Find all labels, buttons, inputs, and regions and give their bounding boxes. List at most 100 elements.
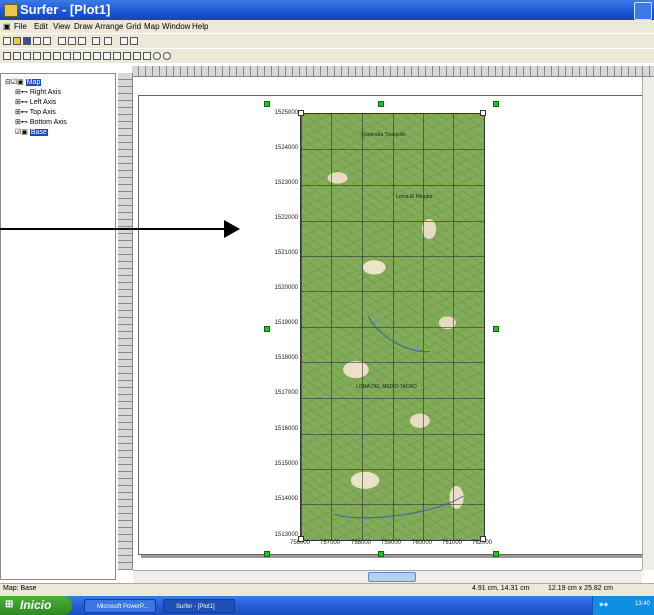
menu-map[interactable]: Map: [144, 22, 160, 31]
redraw-icon[interactable]: [83, 52, 91, 60]
window-controls-button[interactable]: [634, 2, 652, 20]
object-manager-tree: ⊟☑▣ Map ⊞⊷ Right Axis ⊞⊷ Left Axis ⊞⊷ To…: [0, 73, 116, 580]
resize-handle-n[interactable]: [378, 101, 384, 107]
road-line: [318, 463, 476, 527]
tree-item-top-axis[interactable]: ⊞⊷ Top Axis: [15, 108, 56, 116]
ellipse-icon[interactable]: [153, 52, 161, 60]
copy-icon[interactable]: [68, 37, 76, 45]
save-icon[interactable]: [23, 37, 31, 45]
y-axis-tick: 1514000: [274, 496, 298, 502]
cut-icon[interactable]: [58, 37, 66, 45]
menu-window[interactable]: Window: [162, 22, 190, 31]
surfer-app-icon[interactable]: [4, 4, 18, 17]
map-label: LOMA DEL MEDIO TACAO: [356, 384, 417, 390]
polyline-icon[interactable]: [113, 52, 121, 60]
zoom-out-icon[interactable]: [33, 52, 41, 60]
print-icon[interactable]: [43, 37, 51, 45]
base-map-image[interactable]: Quebrada Tinaquillo Loma El Mirador LOMA…: [300, 113, 485, 541]
tree-item-bottom-axis[interactable]: ⊞⊷ Bottom Axis: [15, 118, 67, 126]
menu-bar: ▣ File Edit View Draw Arrange Grid Map W…: [0, 20, 654, 33]
tree-item-left-axis[interactable]: ⊞⊷ Left Axis: [15, 98, 56, 106]
resize-handle-e[interactable]: [493, 326, 499, 332]
axis-icon: ⊞⊷: [15, 89, 28, 96]
menu-grid[interactable]: Grid: [126, 22, 141, 31]
y-axis-tick: 1524000: [274, 145, 298, 151]
resize-handle-w[interactable]: [264, 326, 270, 332]
resize-handle-ne[interactable]: [493, 101, 499, 107]
y-axis-tick: 1518000: [274, 355, 298, 361]
polygon-icon[interactable]: [103, 52, 111, 60]
window-title: Surfer - [Plot1]: [20, 2, 111, 17]
redo-icon[interactable]: [104, 37, 112, 45]
vertical-scrollbar[interactable]: [642, 77, 654, 570]
help-pointer-icon[interactable]: [120, 37, 128, 45]
pan-icon[interactable]: [73, 52, 81, 60]
y-axis-tick: 1525000: [274, 110, 298, 116]
pointer-icon[interactable]: [3, 52, 11, 60]
standard-toolbar: [0, 34, 654, 48]
y-axis-tick: 1520000: [274, 285, 298, 291]
map-node-icon: ☑▣: [10, 79, 24, 86]
zoom-actual-icon[interactable]: [63, 52, 71, 60]
zoom-in-icon[interactable]: [23, 52, 31, 60]
doc-icon[interactable]: ▣: [3, 22, 11, 31]
tray-clock: 13:40: [635, 601, 651, 607]
start-button[interactable]: ⊞ Inicio: [0, 596, 72, 615]
map-label: Quebrada Tinaquillo: [361, 132, 406, 138]
title-bar: Surfer - [Plot1]: [0, 0, 654, 20]
y-axis-tick: 1515000: [274, 461, 298, 467]
tree-item-right-axis[interactable]: ⊞⊷ Right Axis: [15, 88, 61, 96]
map-corner-marker[interactable]: [480, 110, 486, 116]
vertical-ruler: [118, 73, 133, 570]
menu-view[interactable]: View: [53, 22, 70, 31]
y-axis-tick: 1517000: [274, 390, 298, 396]
tree-item-map-label: Map: [25, 79, 42, 86]
menu-file[interactable]: File: [14, 22, 27, 31]
zoom-fit-icon[interactable]: [53, 52, 61, 60]
open-icon[interactable]: [13, 37, 21, 45]
paste-icon[interactable]: [78, 37, 86, 45]
object-manager-icon[interactable]: [130, 37, 138, 45]
circle-icon[interactable]: [163, 52, 171, 60]
river-line: [354, 274, 460, 366]
tree-item-base[interactable]: ☑▣ Base: [15, 128, 48, 136]
y-axis-tick: 1516000: [274, 426, 298, 432]
text-icon[interactable]: [93, 52, 101, 60]
y-axis-tick: 1523000: [274, 180, 298, 186]
menu-arrange[interactable]: Arrange: [95, 22, 123, 31]
resize-handle-nw[interactable]: [264, 101, 270, 107]
undo-icon[interactable]: [92, 37, 100, 45]
print-preview-icon[interactable]: [33, 37, 41, 45]
tray-icons[interactable]: ◈◈: [599, 601, 608, 608]
axis-icon: ⊞⊷: [15, 119, 28, 126]
map-corner-marker[interactable]: [298, 110, 304, 116]
status-object-size: 12.19 cm x 25.82 cm: [548, 585, 613, 592]
zoom-page-icon[interactable]: [43, 52, 51, 60]
resize-handle-s[interactable]: [378, 551, 384, 557]
resize-handle-se[interactable]: [493, 551, 499, 557]
map-corner-marker[interactable]: [298, 536, 304, 542]
map-corner-marker[interactable]: [480, 536, 486, 542]
windows-logo-icon: ⊞: [5, 599, 14, 610]
tree-item-map[interactable]: ⊟☑▣ Map: [5, 78, 42, 86]
system-tray: ◈◈ 13:40: [592, 596, 654, 615]
zoom-rect-icon[interactable]: [13, 52, 21, 60]
menu-edit[interactable]: Edit: [34, 22, 48, 31]
taskbar-item-powerpoint[interactable]: Microsoft PowerP...: [84, 599, 156, 613]
menu-help[interactable]: Help: [192, 22, 208, 31]
taskbar-item-surfer[interactable]: Surfer - [Plot1]: [163, 599, 235, 613]
base-map-icon: ☑▣: [15, 129, 28, 136]
rectangle-icon[interactable]: [133, 52, 141, 60]
resize-handle-sw[interactable]: [264, 551, 270, 557]
status-bar: Map: Base 4.91 cm, 14.31 cm 12.19 cm x 2…: [0, 583, 654, 596]
axis-icon: ⊞⊷: [15, 109, 28, 116]
menu-draw[interactable]: Draw: [74, 22, 93, 31]
y-axis-tick: 1522000: [274, 215, 298, 221]
status-cursor-coords: 4.91 cm, 14.31 cm: [472, 585, 530, 592]
axis-icon: ⊞⊷: [15, 99, 28, 106]
rounded-rectangle-icon[interactable]: [143, 52, 151, 60]
symbol-icon[interactable]: [123, 52, 131, 60]
map-label: Loma El Mirador: [396, 194, 433, 200]
horizontal-scroll-thumb[interactable]: [368, 572, 416, 582]
new-icon[interactable]: [3, 37, 11, 45]
